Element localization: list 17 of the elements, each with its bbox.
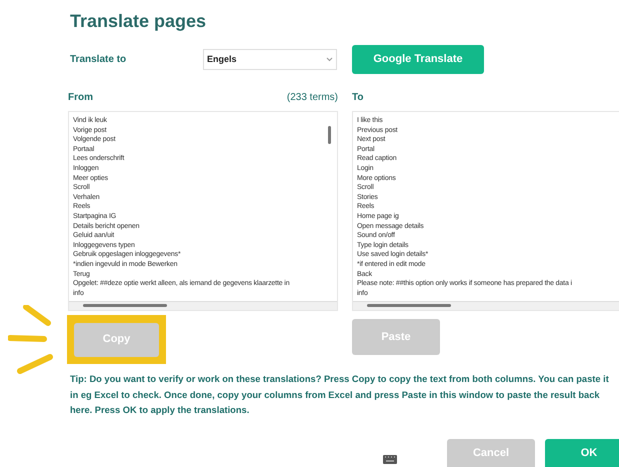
horizontal-scrollbar[interactable] <box>69 301 337 310</box>
keyboard-icon[interactable] <box>383 455 397 464</box>
horizontal-scrollbar[interactable] <box>353 301 619 310</box>
to-label: To <box>352 91 364 105</box>
google-translate-button[interactable]: Google Translate <box>352 45 484 74</box>
text-area[interactable] <box>68 111 338 311</box>
tip-text: Tip: Do you want to verify or work on these translations? Press Copy to copy the text from both columns. You can paste it in eg Excel to check. Once done, copy your columns from Excel and press Paste in this window to paste the result back here. Press OK to apply the translations. <box>70 373 610 417</box>
page-title: Translate pages <box>70 10 206 33</box>
terms-count: (233 terms) <box>286 91 338 105</box>
vertical-scrollbar[interactable] <box>328 126 331 144</box>
text-area[interactable] <box>352 111 619 311</box>
highlight-strokes-drawing <box>8 305 56 375</box>
ok-button[interactable]: OK <box>545 439 619 467</box>
translate-to-label: Translate to <box>70 53 128 67</box>
language-select[interactable]: Engels <box>203 49 337 70</box>
chevron-down-icon <box>326 57 333 62</box>
from-label: From <box>68 91 93 105</box>
